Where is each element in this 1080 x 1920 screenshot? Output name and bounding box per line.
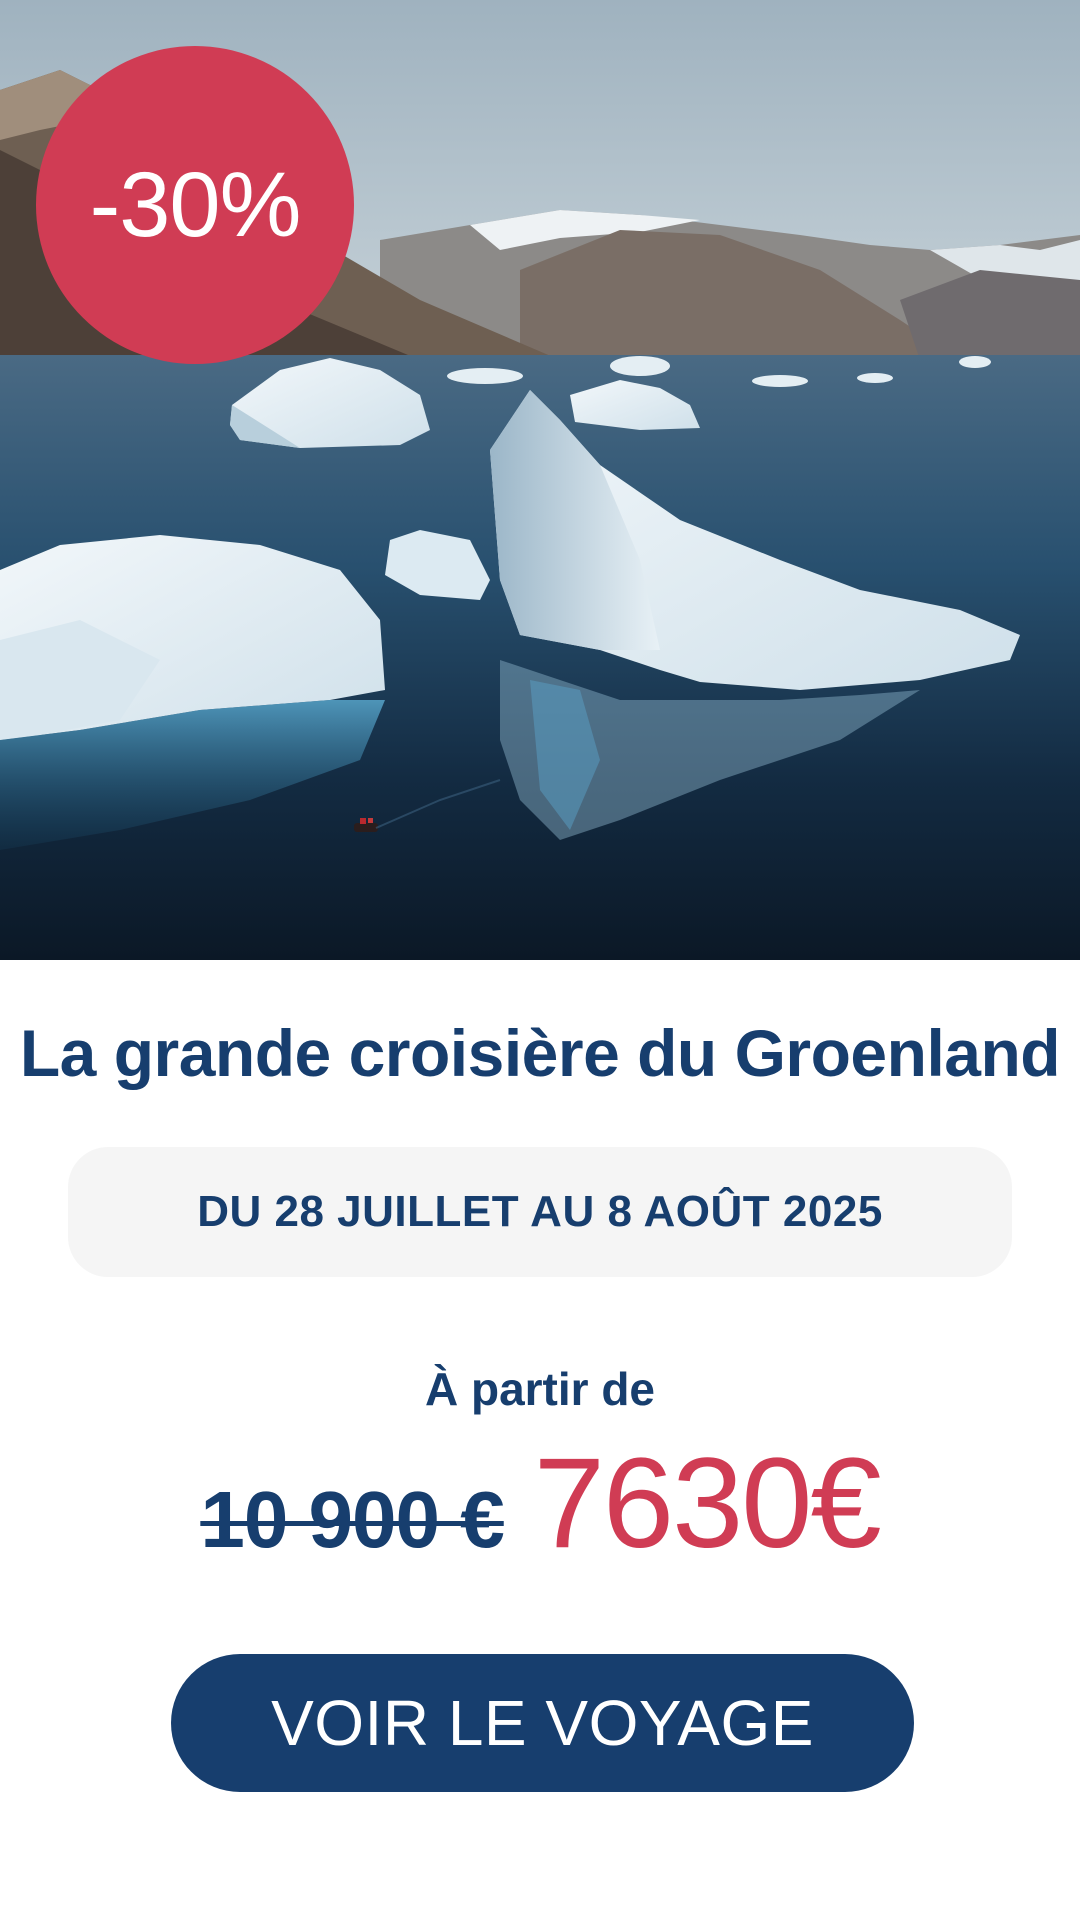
promo-card: -30% La grande croisière du Groenland DU… xyxy=(0,0,1080,1920)
view-trip-button-label: VOIR LE VOYAGE xyxy=(271,1687,814,1759)
trip-title: La grande croisière du Groenland xyxy=(19,1016,1061,1090)
discount-badge: -30% xyxy=(36,46,354,364)
price-from-label: À partir de xyxy=(424,1363,656,1415)
trip-dates: DU 28 JUILLET AU 8 AOÛT 2025 xyxy=(197,1187,883,1236)
date-pill: DU 28 JUILLET AU 8 AOÛT 2025 xyxy=(68,1147,1012,1277)
hero-image: -30% xyxy=(0,0,1080,960)
discount-percent: -30% xyxy=(89,153,302,256)
new-price: 7630€ xyxy=(533,1432,882,1575)
view-trip-button[interactable]: VOIR LE VOYAGE xyxy=(171,1654,914,1792)
old-price: 10 900 € xyxy=(200,1475,504,1564)
price-row: 10 900 € 7630€ xyxy=(0,1430,1080,1577)
